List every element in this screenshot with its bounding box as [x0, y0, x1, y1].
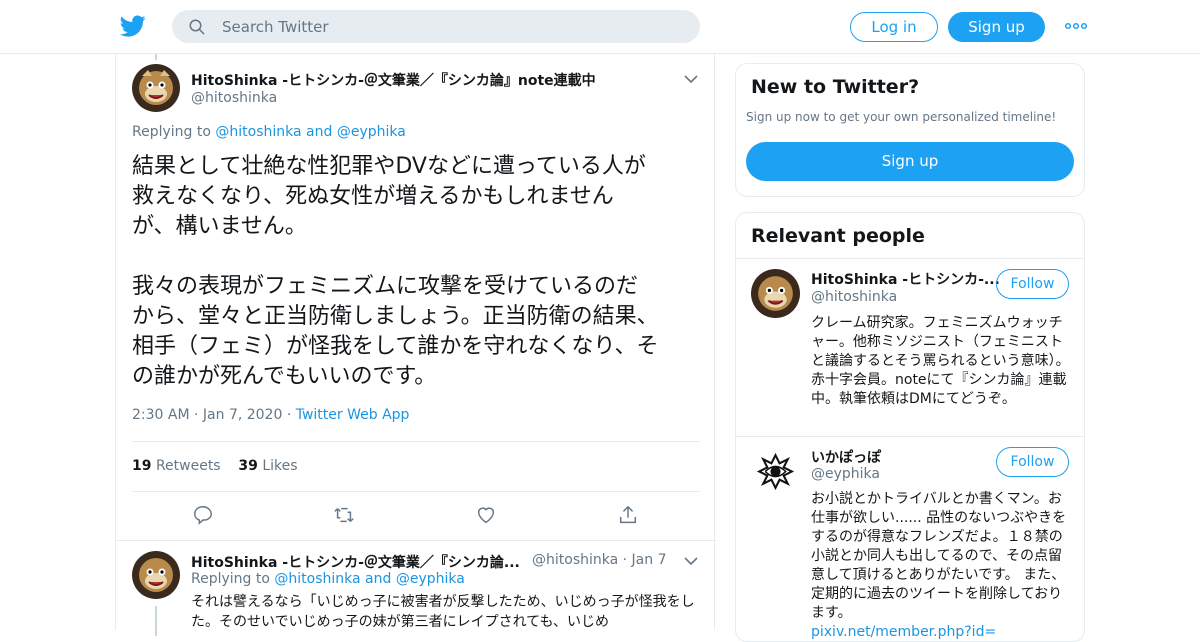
- tweet-date[interactable]: Jan 7, 2020: [203, 407, 282, 423]
- reply-tweet-text: それは譬えるなら「いじめっ子に被害者が反撃したため、いじめっ子が怪我をした。その…: [191, 594, 695, 630]
- twitter-bird-icon[interactable]: [120, 13, 146, 39]
- reply-author-handle[interactable]: @hitoshinka: [532, 552, 618, 568]
- reply-icon[interactable]: [192, 504, 214, 526]
- person-handle[interactable]: @hitoshinka: [811, 289, 897, 305]
- reply-author-name[interactable]: HitoShinka -ヒトシンカ-＠文筆業／『シンカ論...: [191, 552, 520, 572]
- top-navigation-bar: Log in Sign up: [0, 0, 1200, 54]
- new-to-twitter-subtitle: Sign up now to get your own personalized…: [746, 110, 1057, 124]
- search-bar: [172, 10, 700, 43]
- likes-label[interactable]: Likes: [262, 458, 297, 474]
- sidebar-signup-button[interactable]: Sign up: [746, 142, 1074, 181]
- thread-connector: [155, 54, 157, 60]
- signup-button[interactable]: Sign up: [948, 12, 1045, 42]
- person-name[interactable]: HitoShinka -ヒトシンカ-...: [811, 269, 1000, 289]
- tweet-meta: 2:30 AM · Jan 7, 2020 · Twitter Web App: [132, 407, 410, 423]
- likes-count[interactable]: 39: [238, 458, 257, 474]
- thread-connector: [155, 606, 157, 636]
- new-to-twitter-title: New to Twitter?: [751, 76, 920, 98]
- replying-user-link[interactable]: @eyphika: [337, 124, 406, 140]
- retweets-count[interactable]: 19: [132, 458, 151, 474]
- replying-prefix: Replying to: [191, 571, 275, 587]
- replying-and: and: [360, 571, 396, 587]
- author-avatar[interactable]: [132, 64, 180, 112]
- retweet-icon[interactable]: [333, 504, 355, 526]
- follow-button[interactable]: Follow: [996, 447, 1069, 477]
- person-handle[interactable]: @eyphika: [811, 466, 880, 482]
- avatar-image: [751, 269, 800, 318]
- divider: [736, 258, 1084, 259]
- new-to-twitter-card: New to Twitter? Sign up now to get your …: [735, 63, 1085, 197]
- reply-author-avatar[interactable]: [132, 551, 180, 599]
- tweet-time[interactable]: 2:30 AM: [132, 407, 190, 423]
- replying-prefix: Replying to: [132, 124, 216, 140]
- person-avatar[interactable]: [751, 447, 800, 496]
- search-icon: [189, 19, 205, 35]
- person-avatar[interactable]: [751, 269, 800, 318]
- tweet-stats: 19 Retweets 39 Likes: [132, 458, 298, 474]
- chevron-down-icon[interactable]: [684, 74, 698, 84]
- tweet-text: 結果として壮絶な性犯罪やDVなどに遭っている人が 救えなくなり、死ぬ女性が増える…: [132, 154, 659, 389]
- relevant-people-title: Relevant people: [751, 225, 925, 247]
- person-bio: お小説とかトライバルとか書くマン。お仕事が欲しい...... 品性のないつぶやき…: [811, 490, 1071, 641]
- reply-date[interactable]: Jan 7: [632, 552, 667, 568]
- replying-to: Replying to @hitoshinka and @eyphika: [191, 571, 465, 587]
- reply-author-meta: @hitoshinka · Jan 7: [532, 552, 667, 568]
- tweet-actions: [116, 504, 716, 528]
- divider: [116, 540, 716, 541]
- more-options-icon[interactable]: [1065, 18, 1087, 34]
- follow-button[interactable]: Follow: [996, 269, 1069, 299]
- avatar-image: [132, 551, 180, 599]
- replying-user-link[interactable]: @eyphika: [396, 571, 465, 587]
- chevron-down-icon[interactable]: [684, 556, 698, 566]
- author-name[interactable]: HitoShinka -ヒトシンカ-＠文筆業／『シンカ論』note連載中: [191, 70, 596, 90]
- avatar-image: [132, 64, 180, 112]
- replying-user-link[interactable]: @hitoshinka: [215, 124, 301, 140]
- person-name[interactable]: いかぽっぽ: [811, 447, 881, 467]
- login-button[interactable]: Log in: [850, 12, 938, 42]
- tweet-column: HitoShinka -ヒトシンカ-＠文筆業／『シンカ論』note連載中 @hi…: [115, 54, 716, 636]
- like-icon[interactable]: [475, 504, 497, 526]
- person-bio-text: お小説とかトライバルとか書くマン。お仕事が欲しい...... 品性のないつぶやき…: [811, 491, 1067, 621]
- relevant-people-card: Relevant people HitoShinka -ヒトシンカ-... @h…: [735, 212, 1085, 642]
- person-bio-link[interactable]: pixiv.net/member.php?id=: [811, 623, 1071, 641]
- author-handle[interactable]: @hitoshinka: [191, 90, 277, 106]
- share-icon[interactable]: [617, 504, 639, 526]
- tribal-emblem-icon: [751, 447, 800, 496]
- tweet-source[interactable]: Twitter Web App: [296, 407, 410, 423]
- divider: [132, 441, 700, 442]
- divider: [736, 436, 1084, 437]
- divider: [132, 491, 700, 492]
- retweets-label[interactable]: Retweets: [156, 458, 221, 474]
- replying-to: Replying to @hitoshinka and @eyphika: [132, 124, 406, 140]
- replying-and: and: [301, 124, 337, 140]
- replying-user-link[interactable]: @hitoshinka: [274, 571, 360, 587]
- search-input[interactable]: [222, 10, 682, 43]
- person-bio: クレーム研究家。フェミニズムウォッチャー。他称ミソジニスト（フェミニストと議論す…: [811, 315, 1070, 407]
